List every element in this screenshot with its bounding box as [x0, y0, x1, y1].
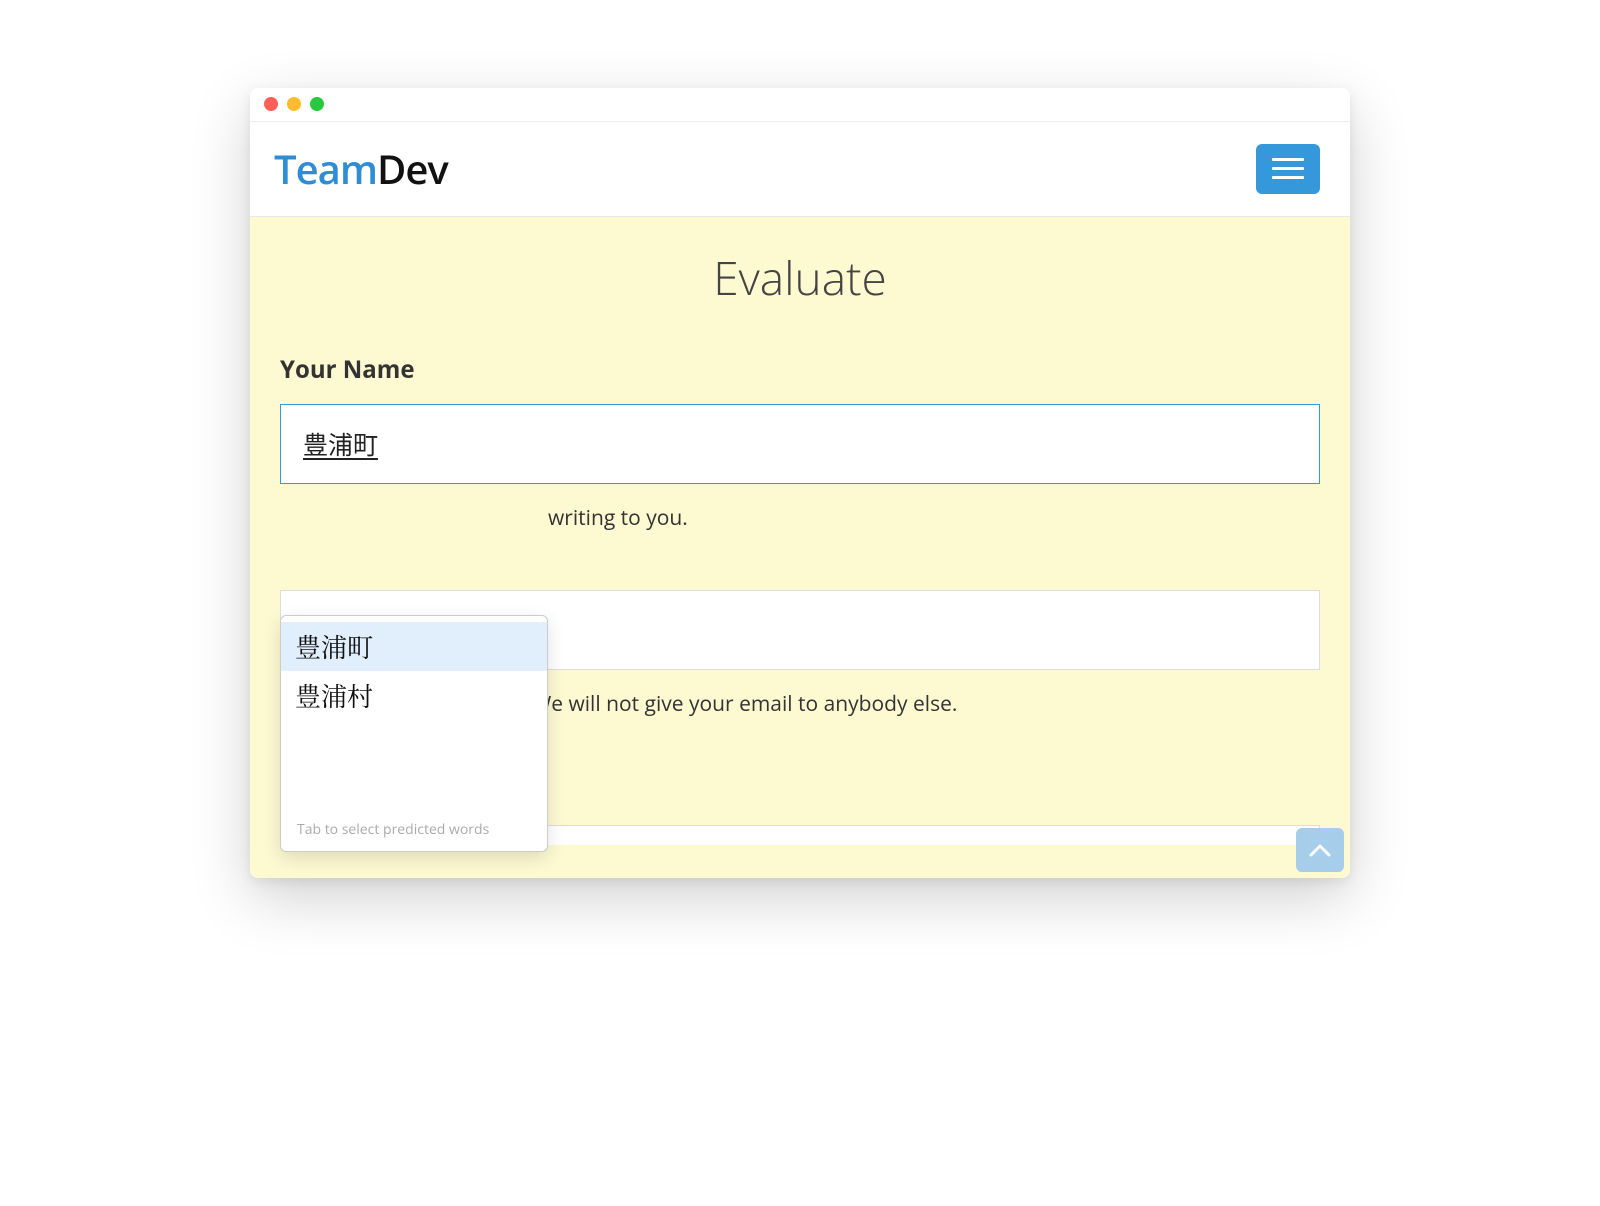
logo-part2: Dev [377, 141, 448, 196]
app-header: TeamDev [250, 122, 1350, 217]
ime-candidate-popup: 豊浦町 豊浦村 Tab to select predicted words [280, 615, 548, 852]
ime-composition-text: 豊浦町 [303, 426, 378, 462]
ime-candidate-0[interactable]: 豊浦町 [281, 622, 547, 671]
logo: TeamDev [274, 141, 448, 196]
hamburger-icon [1272, 158, 1304, 161]
scroll-to-top-button[interactable] [1296, 828, 1344, 872]
ime-hint-text: Tab to select predicted words [281, 720, 547, 843]
page-title: Evaluate [280, 247, 1320, 309]
app-window: TeamDev Evaluate Your Name 豊浦町 writing t… [250, 88, 1350, 878]
name-helper-text: writing to you. [280, 504, 1320, 532]
name-label: Your Name [280, 353, 1320, 386]
logo-part1: Team [274, 141, 377, 196]
page-content: Evaluate Your Name 豊浦町 writing to you. W… [250, 217, 1350, 878]
mac-titlebar [250, 88, 1350, 122]
window-close-button[interactable] [264, 97, 278, 111]
menu-button[interactable] [1256, 144, 1320, 194]
ime-candidate-1[interactable]: 豊浦村 [281, 671, 547, 720]
window-zoom-button[interactable] [310, 97, 324, 111]
field-group-name: Your Name 豊浦町 writing to you. [280, 353, 1320, 532]
window-minimize-button[interactable] [287, 97, 301, 111]
chevron-up-icon [1309, 843, 1331, 857]
name-input[interactable]: 豊浦町 [280, 404, 1320, 484]
